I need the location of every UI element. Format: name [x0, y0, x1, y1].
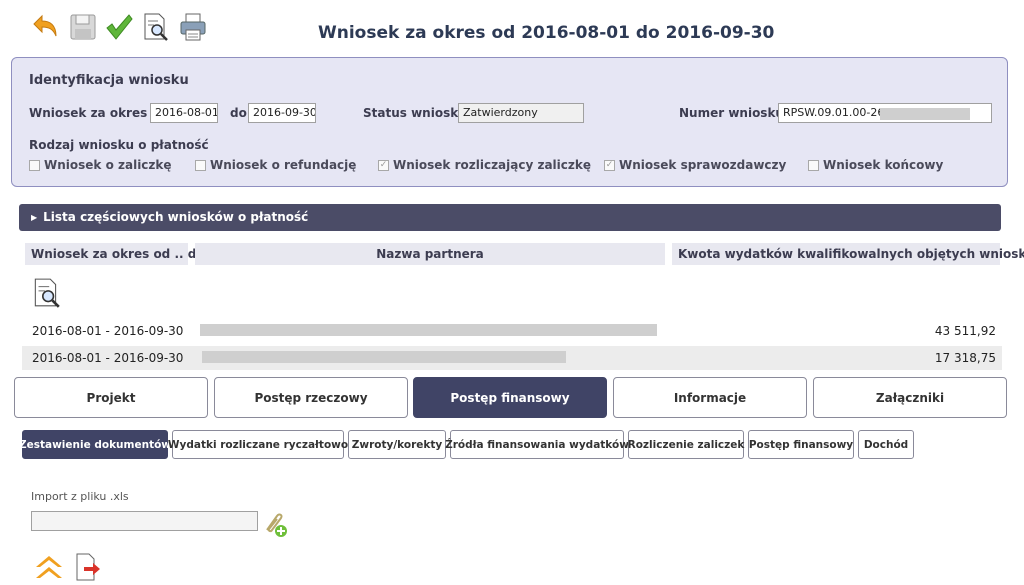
identification-panel: Identyfikacja wniosku Wniosek za okres o… — [11, 57, 1008, 187]
print-icon[interactable] — [178, 12, 208, 42]
col-header-partner: Nazwa partnera — [195, 243, 665, 265]
import-file-input[interactable] — [31, 511, 258, 531]
partial-list-toggle[interactable]: ▶ Lista częściowych wniosków o płatność — [19, 204, 1001, 231]
partial-list-title: Lista częściowych wniosków o płatność — [43, 210, 309, 224]
col-header-amount: Kwota wydatków kwalifikowalnych objętych… — [672, 243, 1024, 265]
checkbox-report[interactable]: ✓ Wniosek sprawozdawczy — [604, 158, 786, 172]
checkbox-box[interactable] — [29, 159, 40, 171]
tab-zalaczniki[interactable]: Załączniki — [813, 377, 1007, 418]
checkbox-checked-icon[interactable]: ✓ — [604, 159, 615, 171]
import-label: Import z pliku .xls — [31, 490, 129, 503]
row-period: 2016-08-01 - 2016-09-30 — [32, 351, 184, 365]
subtab-zestawienie-dokumentow[interactable]: Zestawienie dokumentów — [19, 430, 171, 459]
checkbox-checked-icon[interactable]: ✓ — [378, 159, 389, 171]
period-label: Wniosek za okres od — [29, 106, 169, 120]
subtab-zwroty-korekty[interactable]: Zwroty/korekty — [348, 430, 446, 459]
type-label: Rodzaj wniosku o płatność — [29, 138, 209, 152]
checkbox-label: Wniosek końcowy — [823, 158, 944, 172]
table-row[interactable]: 2016-08-01 - 2016-09-30 43 511,92 — [22, 319, 1002, 343]
subtab-dochod[interactable]: Dochód — [858, 430, 914, 459]
checkbox-label: Wniosek o zaliczkę — [44, 158, 172, 172]
status-label: Status wniosku — [363, 106, 467, 120]
redacted-block — [202, 351, 566, 363]
subtab-zrodla-finansowania[interactable]: Źródła finansowania wydatków — [445, 430, 629, 459]
table-row[interactable]: 2016-08-01 - 2016-09-30 17 318,75 — [22, 346, 1002, 370]
tab-postep-rzeczowy[interactable]: Postęp rzeczowy — [214, 377, 408, 418]
checkbox-refund[interactable]: Wniosek o refundację — [195, 158, 356, 172]
number-value: RPSW.09.01.00-26 — [783, 106, 885, 119]
page-title: Wniosek za okres od 2016-08-01 do 2016-0… — [318, 23, 775, 43]
subtab-postep-finansowy[interactable]: Postęp finansowy — [748, 430, 854, 459]
tab-postep-finansowy[interactable]: Postęp finansowy — [413, 377, 607, 418]
period-from-field[interactable]: 2016-08-01 — [150, 103, 218, 123]
checkbox-settling-advance[interactable]: ✓ Wniosek rozliczający zaliczkę — [378, 158, 591, 172]
col-header-period: Wniosek za okres od .. do.. — [25, 243, 214, 265]
redacted-block — [880, 108, 970, 120]
row-amount: 43 511,92 — [934, 324, 996, 338]
checkmark-icon[interactable] — [104, 12, 134, 42]
checkbox-box[interactable] — [195, 159, 206, 171]
subtab-wydatki-ryczaltowo[interactable]: Wydatki rozliczane ryczałtowo — [168, 430, 348, 459]
status-field[interactable]: Zatwierdzony — [458, 103, 584, 123]
row-period: 2016-08-01 - 2016-09-30 — [32, 324, 184, 338]
checkbox-advance[interactable]: Wniosek o zaliczkę — [29, 158, 172, 172]
redacted-block — [200, 324, 657, 336]
scroll-top-icon[interactable] — [33, 552, 65, 582]
row-amount: 17 318,75 — [934, 351, 996, 365]
period-to-field[interactable]: 2016-09-30 — [248, 103, 316, 123]
period-to-label: do — [230, 106, 247, 120]
number-label: Numer wniosku — [679, 106, 784, 120]
checkbox-label: Wniosek sprawozdawczy — [619, 158, 787, 172]
checkbox-final[interactable]: Wniosek końcowy — [808, 158, 943, 172]
undo-icon[interactable] — [30, 12, 60, 42]
export-icon[interactable] — [72, 552, 102, 582]
attach-add-icon[interactable] — [261, 510, 289, 538]
preview-icon[interactable] — [140, 12, 170, 42]
subtab-rozliczenie-zaliczek[interactable]: Rozliczenie zaliczek — [628, 430, 744, 459]
preview-icon[interactable] — [30, 277, 62, 309]
checkbox-label: Wniosek o refundację — [210, 158, 357, 172]
triangle-right-icon: ▶ — [31, 213, 38, 222]
identification-heading: Identyfikacja wniosku — [29, 73, 189, 88]
tab-projekt[interactable]: Projekt — [14, 377, 208, 418]
tab-informacje[interactable]: Informacje — [613, 377, 807, 418]
save-icon[interactable] — [68, 12, 98, 42]
checkbox-label: Wniosek rozliczający zaliczkę — [393, 158, 591, 172]
checkbox-box[interactable] — [808, 159, 819, 171]
